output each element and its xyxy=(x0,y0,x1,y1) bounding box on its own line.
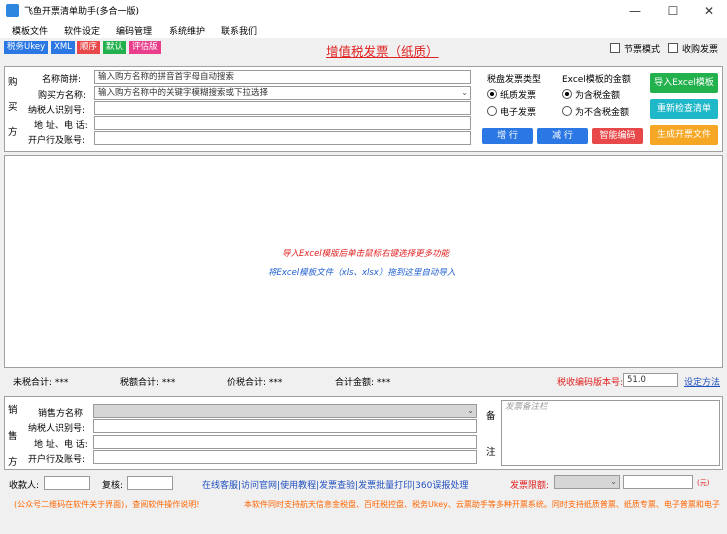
reviewer-input[interactable] xyxy=(127,476,173,490)
chevron-down-icon[interactable]: ⌄ xyxy=(467,405,474,417)
payee-label: 收款人: xyxy=(9,481,40,491)
payee-input[interactable] xyxy=(44,476,90,490)
invoice-limit-label: 发票限额: xyxy=(510,481,550,491)
e-invoice-label: 电子发票 xyxy=(500,108,537,118)
tax-total: 税额合计: *** xyxy=(120,378,176,388)
tax-inclusive-label: 为含税金额 xyxy=(575,91,621,101)
generate-file-button[interactable]: 生成开票文件 xyxy=(650,125,718,145)
drag-drop-hint: 将Excel模板文件（xls、xlsx）拖到这里自动导入 xyxy=(268,268,456,278)
chevron-down-icon[interactable]: ⌄ xyxy=(461,87,468,99)
buyer-side-label-1: 购 xyxy=(8,77,18,88)
invoice-limit-unit: (元) xyxy=(697,479,710,487)
import-excel-button[interactable]: 导入Excel模板 xyxy=(650,73,718,93)
menu-code-management[interactable]: 编码管理 xyxy=(116,24,152,37)
collect-invoice-checkbox[interactable] xyxy=(668,43,678,53)
tax-type-title: 税盘发票类型 xyxy=(487,75,542,85)
footer-note-left: (公众号二维码在软件关于界面)，查阅软件操作说明! xyxy=(14,500,200,509)
tax-exclusive-radio[interactable] xyxy=(562,106,572,116)
tax-exclusive-label: 为不含税金额 xyxy=(575,108,630,118)
buyer-taxid-input[interactable] xyxy=(94,101,471,115)
footer-note-right: 本软件同时支持航天信息金税盘、百旺税控盘、税务Ukey、云票助手等多种开票系统。… xyxy=(244,500,720,509)
seller-bank-label: 开户行及账号: xyxy=(28,455,86,465)
smart-code-button[interactable]: 智能编码 xyxy=(592,128,643,144)
buyer-taxid-label: 纳税人识别号: xyxy=(28,106,86,116)
invoice-limit-input[interactable] xyxy=(623,475,693,489)
seller-name-combo[interactable]: ⌄ xyxy=(93,404,477,418)
set-method-link[interactable]: 设定方法 xyxy=(684,375,720,388)
menu-contact-us[interactable]: 联系我们 xyxy=(221,24,257,37)
paper-invoice-radio[interactable] xyxy=(487,89,497,99)
badge-trial: 评估版 xyxy=(129,41,161,54)
buyer-name-value: 输入购方名称中的关键字模糊搜索或下拉选择 xyxy=(98,88,269,98)
remark-side-label-2: 注 xyxy=(486,447,496,458)
seller-side-label-3: 方 xyxy=(8,457,18,468)
buyer-address-label: 地 址、电 话: xyxy=(34,121,88,131)
seller-name-label: 销售方名称 xyxy=(38,409,84,419)
buyer-side-label-2: 买 xyxy=(8,102,18,113)
invoice-limit-combo[interactable]: ⌄ xyxy=(554,475,620,489)
badge-order: 顺序 xyxy=(77,41,101,54)
remark-textarea[interactable]: 发票备注栏 xyxy=(501,400,720,466)
item-list-area[interactable] xyxy=(4,155,723,368)
reviewer-label: 复核: xyxy=(102,481,124,491)
minimize-button[interactable]: — xyxy=(617,0,653,22)
buyer-name-combo[interactable]: 输入购方名称中的关键字模糊搜索或下拉选择 ⌄ xyxy=(94,86,471,100)
window-title: 飞鱼开票清单助手(多合一版) xyxy=(24,7,140,17)
recheck-button[interactable]: 重新检查清单 xyxy=(650,99,718,119)
untaxed-total: 未税合计: *** xyxy=(13,378,69,388)
code-version-input[interactable]: 51.0 xyxy=(623,373,678,387)
service-links[interactable]: 在线客服|访问官网|使用教程|发票查验|发票批量打印|360误报处理 xyxy=(202,478,468,491)
buyer-name-label: 购买方名称: xyxy=(38,91,87,101)
maximize-button[interactable]: ☐ xyxy=(655,0,691,22)
seller-taxid-label: 纳税人识别号: xyxy=(28,424,86,434)
badge-default: 默认 xyxy=(103,41,127,54)
buyer-side-label-3: 方 xyxy=(8,127,18,138)
add-row-button[interactable]: 增 行 xyxy=(482,128,533,144)
buyer-bank-input[interactable] xyxy=(94,131,471,145)
badge-ukey: 税务Ukey xyxy=(4,41,49,54)
code-version-label: 税收编码版本号: xyxy=(557,378,624,388)
seller-taxid-input[interactable] xyxy=(93,419,477,433)
e-invoice-radio[interactable] xyxy=(487,106,497,116)
menu-software-settings[interactable]: 软件设定 xyxy=(64,24,100,37)
chevron-down-icon[interactable]: ⌄ xyxy=(610,476,617,488)
tax-inclusive-radio[interactable] xyxy=(562,89,572,99)
save-mode-checkbox[interactable] xyxy=(610,43,620,53)
right-click-hint: 导入Excel模版后单击鼠标右键选择更多功能 xyxy=(282,249,450,259)
delete-row-button[interactable]: 减 行 xyxy=(537,128,588,144)
menu-system-maintenance[interactable]: 系统维护 xyxy=(169,24,205,37)
buyer-bank-label: 开户行及账号: xyxy=(28,136,86,146)
paper-invoice-label: 纸质发票 xyxy=(500,91,537,101)
amount-type-title: Excel模板的金额 xyxy=(562,75,631,85)
title-bar: 飞鱼开票清单助手(多合一版) — ☐ ✕ xyxy=(0,0,727,22)
seller-bank-input[interactable] xyxy=(93,450,477,464)
close-button[interactable]: ✕ xyxy=(691,0,727,22)
save-mode-label: 节票模式 xyxy=(624,45,661,55)
buyer-address-input[interactable] xyxy=(94,116,471,130)
buyer-pinyin-input[interactable]: 输入购方名称的拼音首字母自动搜索 xyxy=(94,70,471,84)
invoice-type-title: 增值税发票（纸质） xyxy=(326,44,439,59)
menu-template-file[interactable]: 模板文件 xyxy=(12,24,48,37)
seller-address-input[interactable] xyxy=(93,435,477,449)
price-tax-total: 价税合计: *** xyxy=(227,378,283,388)
remark-side-label-1: 备 xyxy=(486,411,496,422)
app-icon xyxy=(6,4,19,17)
seller-side-label-2: 售 xyxy=(8,431,18,442)
menu-bar: 模板文件 软件设定 编码管理 系统维护 联系我们 xyxy=(0,22,727,38)
buyer-pinyin-label: 名称简拼: xyxy=(42,75,82,85)
badge-xml: XML xyxy=(51,41,75,54)
seller-side-label-1: 销 xyxy=(8,405,18,416)
amount-total: 合计金额: *** xyxy=(335,378,391,388)
collect-invoice-label: 收购发票 xyxy=(682,45,719,55)
seller-address-label: 地 址、电 话: xyxy=(34,440,88,450)
